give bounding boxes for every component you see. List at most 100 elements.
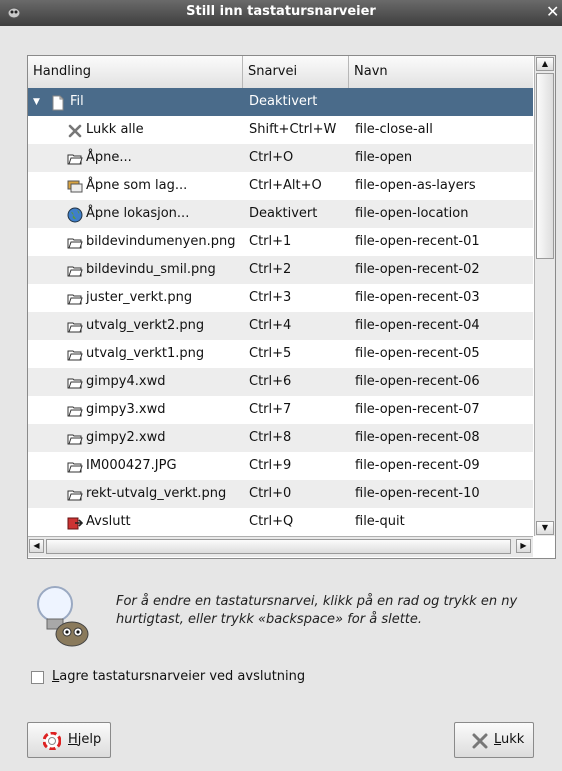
action-id: file-open xyxy=(355,150,413,165)
action-id: file-open-recent-03 xyxy=(355,290,480,305)
horizontal-scrollbar[interactable]: ◀ ▶ xyxy=(28,536,533,557)
action-id: file-close-all xyxy=(355,122,433,137)
quit-icon xyxy=(67,514,84,530)
action-label: Avslutt xyxy=(86,514,131,529)
help-button[interactable]: Hjelp xyxy=(27,722,111,758)
action-label: Åpne lokasjon... xyxy=(86,206,190,221)
action-id: file-open-recent-02 xyxy=(355,262,480,277)
action-id: file-open-recent-04 xyxy=(355,318,480,333)
scroll-right-arrow-icon[interactable]: ▶ xyxy=(516,539,531,553)
table-row[interactable]: bildevindu_smil.png Ctrl+2 file-open-recen… xyxy=(28,256,533,284)
shortcut-value: Ctrl+5 xyxy=(249,346,292,361)
table-body: ▼ Fil Deaktivert Lukk alle Shift+Ctrl+W file-… xyxy=(28,88,533,536)
shortcut-value: Deaktivert xyxy=(249,206,318,221)
table-row[interactable]: Åpne som lag... Ctrl+Alt+O file-open-as-la… xyxy=(28,172,533,200)
table-row[interactable]: gimpy2.xwd Ctrl+8 file-open-recent-08 xyxy=(28,424,533,452)
action-label: utvalg_verkt2.png xyxy=(86,318,205,333)
action-id: file-open-recent-01 xyxy=(355,234,480,249)
action-id: file-open-recent-06 xyxy=(355,374,480,389)
title-bar: Still inn tastatursnarveier ✕ xyxy=(0,0,562,26)
horizontal-scroll-thumb[interactable] xyxy=(46,539,511,554)
action-id: file-open-location xyxy=(355,206,469,221)
shortcut-table: Handling Snarvei Navn ▼ Fil Deaktivert Lukk… xyxy=(28,56,533,536)
action-label: Åpne... xyxy=(86,150,132,165)
shortcut-value: Deaktivert xyxy=(249,94,318,109)
folder-open-icon xyxy=(67,458,83,474)
table-row[interactable]: gimpy4.xwd Ctrl+6 file-open-recent-06 xyxy=(28,368,533,396)
action-label: utvalg_verkt1.png xyxy=(86,346,205,361)
table-row[interactable]: rekt-utvalg_verkt.png Ctrl+0 file-open-rec… xyxy=(28,480,533,508)
shortcut-value: Ctrl+Alt+O xyxy=(249,178,322,193)
save-on-exit-checkbox[interactable] xyxy=(31,671,44,684)
shortcut-value: Ctrl+7 xyxy=(249,402,292,417)
close-x-icon xyxy=(67,122,83,138)
scroll-up-arrow-icon[interactable]: ▲ xyxy=(536,57,554,71)
close-button[interactable]: Lukk xyxy=(454,722,534,758)
shortcut-value: Ctrl+6 xyxy=(249,374,292,389)
table-row[interactable]: Åpne lokasjon... Deaktivert file-open-loca… xyxy=(28,200,533,228)
shortcut-value: Ctrl+1 xyxy=(249,234,292,249)
action-label: Fil xyxy=(70,94,84,109)
shortcut-value: Ctrl+2 xyxy=(249,262,292,277)
expander-arrow-icon[interactable]: ▼ xyxy=(33,88,40,116)
action-label: gimpy2.xwd xyxy=(86,430,166,445)
table-row[interactable]: juster_verkt.png Ctrl+3 file-open-recent-0… xyxy=(28,284,533,312)
layers-icon xyxy=(67,178,83,194)
hint-text: For å endre en tastatursnarvei, klikk på… xyxy=(116,594,518,627)
action-id: file-open-recent-08 xyxy=(355,430,480,445)
table-row[interactable]: gimpy3.xwd Ctrl+7 file-open-recent-07 xyxy=(28,396,533,424)
window-close-icon[interactable]: ✕ xyxy=(546,3,560,21)
close-button-label: Lukk xyxy=(494,732,525,747)
action-id: file-open-recent-09 xyxy=(355,458,480,473)
folder-open-icon xyxy=(67,486,83,502)
action-id: file-open-recent-05 xyxy=(355,346,480,361)
shortcut-value: Ctrl+0 xyxy=(249,486,292,501)
action-id: file-quit xyxy=(355,514,405,529)
scroll-down-arrow-icon[interactable]: ▼ xyxy=(536,521,554,535)
folder-open-icon xyxy=(67,402,83,418)
action-label: juster_verkt.png xyxy=(86,290,193,305)
action-label: IM000427.JPG xyxy=(86,458,177,473)
table-row[interactable]: utvalg_verkt1.png Ctrl+5 file-open-recent-… xyxy=(28,340,533,368)
table-row[interactable]: Åpne... Ctrl+O file-open xyxy=(28,144,533,172)
shortcut-value: Shift+Ctrl+W xyxy=(249,122,337,137)
lifebuoy-icon xyxy=(43,732,61,750)
action-id: file-open-recent-10 xyxy=(355,486,480,501)
action-id: file-open-recent-07 xyxy=(355,402,480,417)
scroll-left-arrow-icon[interactable]: ◀ xyxy=(29,539,44,553)
action-label: Åpne som lag... xyxy=(86,178,188,193)
table-row[interactable]: Lukk alle Shift+Ctrl+W file-close-all xyxy=(28,116,533,144)
help-button-label: Hjelp xyxy=(68,732,102,747)
shortcut-tree-view: Handling Snarvei Navn ▼ Fil Deaktivert Lukk… xyxy=(27,55,556,559)
action-label: Lukk alle xyxy=(86,122,144,137)
action-label: bildevindu_smil.png xyxy=(86,262,216,277)
folder-open-icon xyxy=(67,262,83,278)
document-icon xyxy=(50,94,66,111)
lightbulb-wilber-icon xyxy=(37,586,89,647)
window-title: Still inn tastatursnarveier xyxy=(186,4,376,19)
action-id: file-open-as-layers xyxy=(355,178,476,193)
save-on-exit-label[interactable]: Lagre tastatursnarveier ved avslutning xyxy=(52,668,305,686)
action-label: bildevindumenyen.png xyxy=(86,234,236,249)
column-header-name[interactable]: Navn xyxy=(349,56,533,88)
folder-open-icon xyxy=(67,150,83,166)
column-header-action[interactable]: Handling xyxy=(28,56,243,88)
shortcut-value: Ctrl+O xyxy=(249,150,294,165)
table-header: Handling Snarvei Navn xyxy=(28,56,533,89)
table-row[interactable]: bildevindumenyen.png Ctrl+1 file-open-rece… xyxy=(28,228,533,256)
folder-open-icon xyxy=(67,290,83,306)
folder-open-icon xyxy=(67,430,83,446)
close-x-icon xyxy=(472,733,488,749)
table-row[interactable]: ▼ Fil Deaktivert xyxy=(28,88,533,116)
shortcut-value: Ctrl+9 xyxy=(249,458,292,473)
table-row[interactable]: IM000427.JPG Ctrl+9 file-open-recent-09 xyxy=(28,452,533,480)
column-header-shortcut[interactable]: Snarvei xyxy=(243,56,349,88)
vertical-scrollbar[interactable]: ▲ ▼ xyxy=(534,56,555,536)
table-row[interactable]: Avslutt Ctrl+Q file-quit xyxy=(28,508,533,536)
action-label: rekt-utvalg_verkt.png xyxy=(86,486,227,501)
table-row[interactable]: utvalg_verkt2.png Ctrl+4 file-open-recent-… xyxy=(28,312,533,340)
vertical-scroll-thumb[interactable] xyxy=(536,73,554,259)
folder-open-icon xyxy=(67,374,83,390)
action-label: gimpy4.xwd xyxy=(86,374,166,389)
folder-open-icon xyxy=(67,346,83,362)
